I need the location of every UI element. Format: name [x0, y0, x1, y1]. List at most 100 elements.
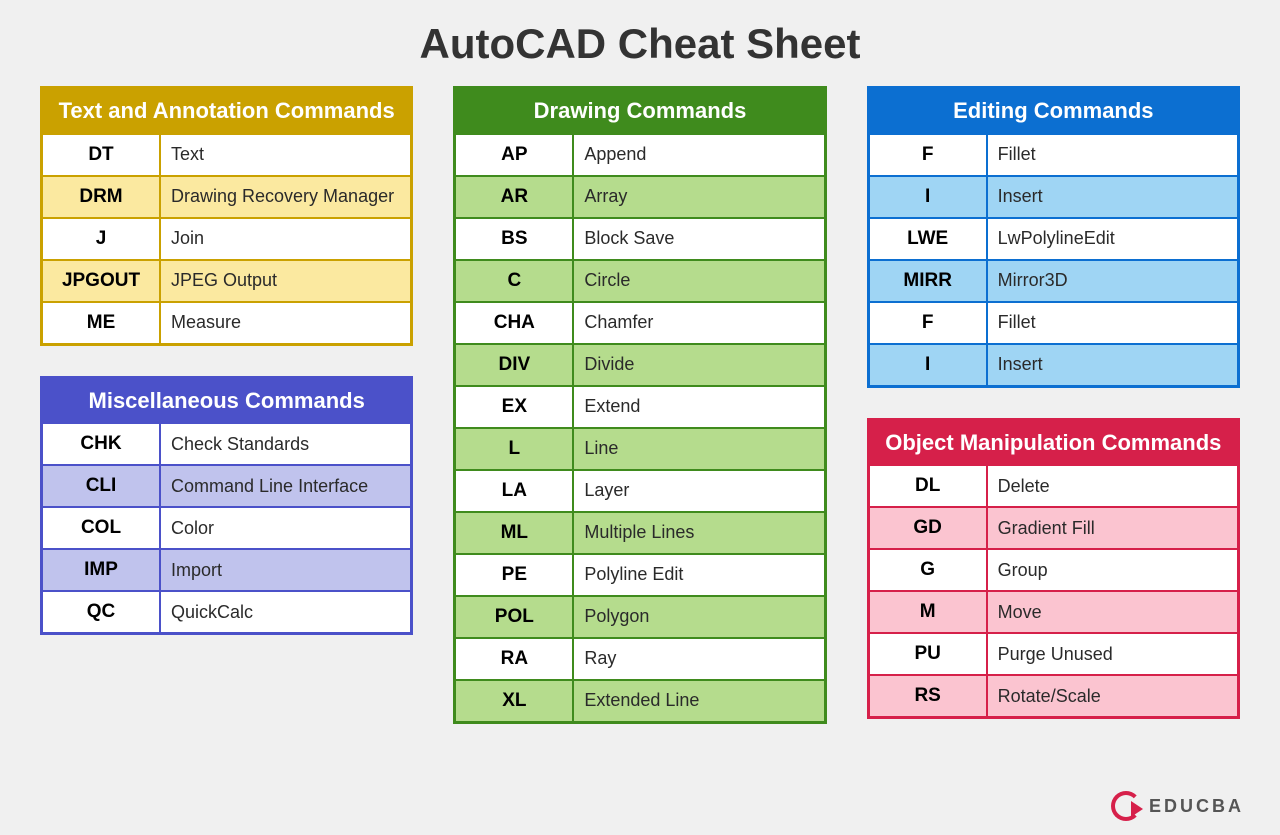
command-description: Gradient Fill	[988, 508, 1237, 548]
brand-logo: EDUCBA	[1111, 791, 1244, 821]
command-shortcut: F	[870, 135, 988, 175]
command-description: Polyline Edit	[574, 555, 823, 595]
table-row: ARArray	[456, 175, 823, 217]
command-shortcut: XL	[456, 681, 574, 721]
command-shortcut: POL	[456, 597, 574, 637]
table-row: IInsert	[870, 343, 1237, 385]
command-shortcut: J	[43, 219, 161, 259]
command-shortcut: I	[870, 345, 988, 385]
table-row: LWELwPolylineEdit	[870, 217, 1237, 259]
command-shortcut: L	[456, 429, 574, 469]
table-row: IMPImport	[43, 548, 410, 590]
command-shortcut: EX	[456, 387, 574, 427]
table-row: APAppend	[456, 133, 823, 175]
command-description: Fillet	[988, 135, 1237, 175]
command-description: Measure	[161, 303, 410, 343]
command-description: QuickCalc	[161, 592, 410, 632]
table-row: POLPolygon	[456, 595, 823, 637]
command-shortcut: F	[870, 303, 988, 343]
section-header: Text and Annotation Commands	[43, 89, 410, 133]
command-shortcut: ML	[456, 513, 574, 553]
table-row: FFillet	[870, 133, 1237, 175]
command-shortcut: GD	[870, 508, 988, 548]
table-row: RARay	[456, 637, 823, 679]
table-row: FFillet	[870, 301, 1237, 343]
content-columns: Text and Annotation CommandsDTTextDRMDra…	[40, 86, 1240, 724]
table-row: JPGOUTJPEG Output	[43, 259, 410, 301]
command-description: Check Standards	[161, 424, 410, 464]
command-shortcut: COL	[43, 508, 161, 548]
section-header: Miscellaneous Commands	[43, 379, 410, 423]
table-row: MLMultiple Lines	[456, 511, 823, 553]
command-description: Multiple Lines	[574, 513, 823, 553]
column-left: Text and Annotation CommandsDTTextDRMDra…	[40, 86, 413, 724]
command-description: Insert	[988, 345, 1237, 385]
command-shortcut: M	[870, 592, 988, 632]
table-row: DRMDrawing Recovery Manager	[43, 175, 410, 217]
command-description: Layer	[574, 471, 823, 511]
table-row: JJoin	[43, 217, 410, 259]
page-title: AutoCAD Cheat Sheet	[40, 20, 1240, 68]
command-shortcut: PU	[870, 634, 988, 674]
command-shortcut: LA	[456, 471, 574, 511]
command-shortcut: CHA	[456, 303, 574, 343]
command-description: Array	[574, 177, 823, 217]
section-header: Object Manipulation Commands	[870, 421, 1237, 465]
table-row: QCQuickCalc	[43, 590, 410, 632]
command-description: Fillet	[988, 303, 1237, 343]
command-description: Append	[574, 135, 823, 175]
command-description: Purge Unused	[988, 634, 1237, 674]
command-description: Divide	[574, 345, 823, 385]
command-shortcut: G	[870, 550, 988, 590]
command-shortcut: AP	[456, 135, 574, 175]
brand-text: EDUCBA	[1149, 796, 1244, 817]
section-editing: Editing CommandsFFilletIInsertLWELwPolyl…	[867, 86, 1240, 388]
table-row: MEMeasure	[43, 301, 410, 343]
table-row: IInsert	[870, 175, 1237, 217]
table-row: RSRotate/Scale	[870, 674, 1237, 716]
command-shortcut: JPGOUT	[43, 261, 161, 301]
table-row: CCircle	[456, 259, 823, 301]
command-shortcut: QC	[43, 592, 161, 632]
table-row: CHAChamfer	[456, 301, 823, 343]
table-row: LALayer	[456, 469, 823, 511]
command-description: Mirror3D	[988, 261, 1237, 301]
column-right: Editing CommandsFFilletIInsertLWELwPolyl…	[867, 86, 1240, 724]
command-shortcut: ME	[43, 303, 161, 343]
command-description: Ray	[574, 639, 823, 679]
command-shortcut: DIV	[456, 345, 574, 385]
table-row: MMove	[870, 590, 1237, 632]
command-shortcut: DL	[870, 466, 988, 506]
command-shortcut: LWE	[870, 219, 988, 259]
table-row: CLICommand Line Interface	[43, 464, 410, 506]
table-row: DTText	[43, 133, 410, 175]
command-shortcut: IMP	[43, 550, 161, 590]
table-row: PEPolyline Edit	[456, 553, 823, 595]
command-description: Drawing Recovery Manager	[161, 177, 410, 217]
command-description: Rotate/Scale	[988, 676, 1237, 716]
command-description: Polygon	[574, 597, 823, 637]
table-row: XLExtended Line	[456, 679, 823, 721]
section-object-manipulation: Object Manipulation CommandsDLDeleteGDGr…	[867, 418, 1240, 720]
command-description: Insert	[988, 177, 1237, 217]
command-shortcut: I	[870, 177, 988, 217]
command-description: Command Line Interface	[161, 466, 410, 506]
table-row: COLColor	[43, 506, 410, 548]
table-row: BSBlock Save	[456, 217, 823, 259]
command-description: Block Save	[574, 219, 823, 259]
table-row: EXExtend	[456, 385, 823, 427]
command-description: Circle	[574, 261, 823, 301]
command-description: Delete	[988, 466, 1237, 506]
command-shortcut: AR	[456, 177, 574, 217]
command-shortcut: PE	[456, 555, 574, 595]
play-circle-icon	[1111, 791, 1141, 821]
section-misc: Miscellaneous CommandsCHKCheck Standards…	[40, 376, 413, 636]
table-row: GGroup	[870, 548, 1237, 590]
command-shortcut: BS	[456, 219, 574, 259]
section-text-annotation: Text and Annotation CommandsDTTextDRMDra…	[40, 86, 413, 346]
section-header: Editing Commands	[870, 89, 1237, 133]
table-row: GDGradient Fill	[870, 506, 1237, 548]
command-description: Extended Line	[574, 681, 823, 721]
table-row: DLDelete	[870, 464, 1237, 506]
command-description: Group	[988, 550, 1237, 590]
